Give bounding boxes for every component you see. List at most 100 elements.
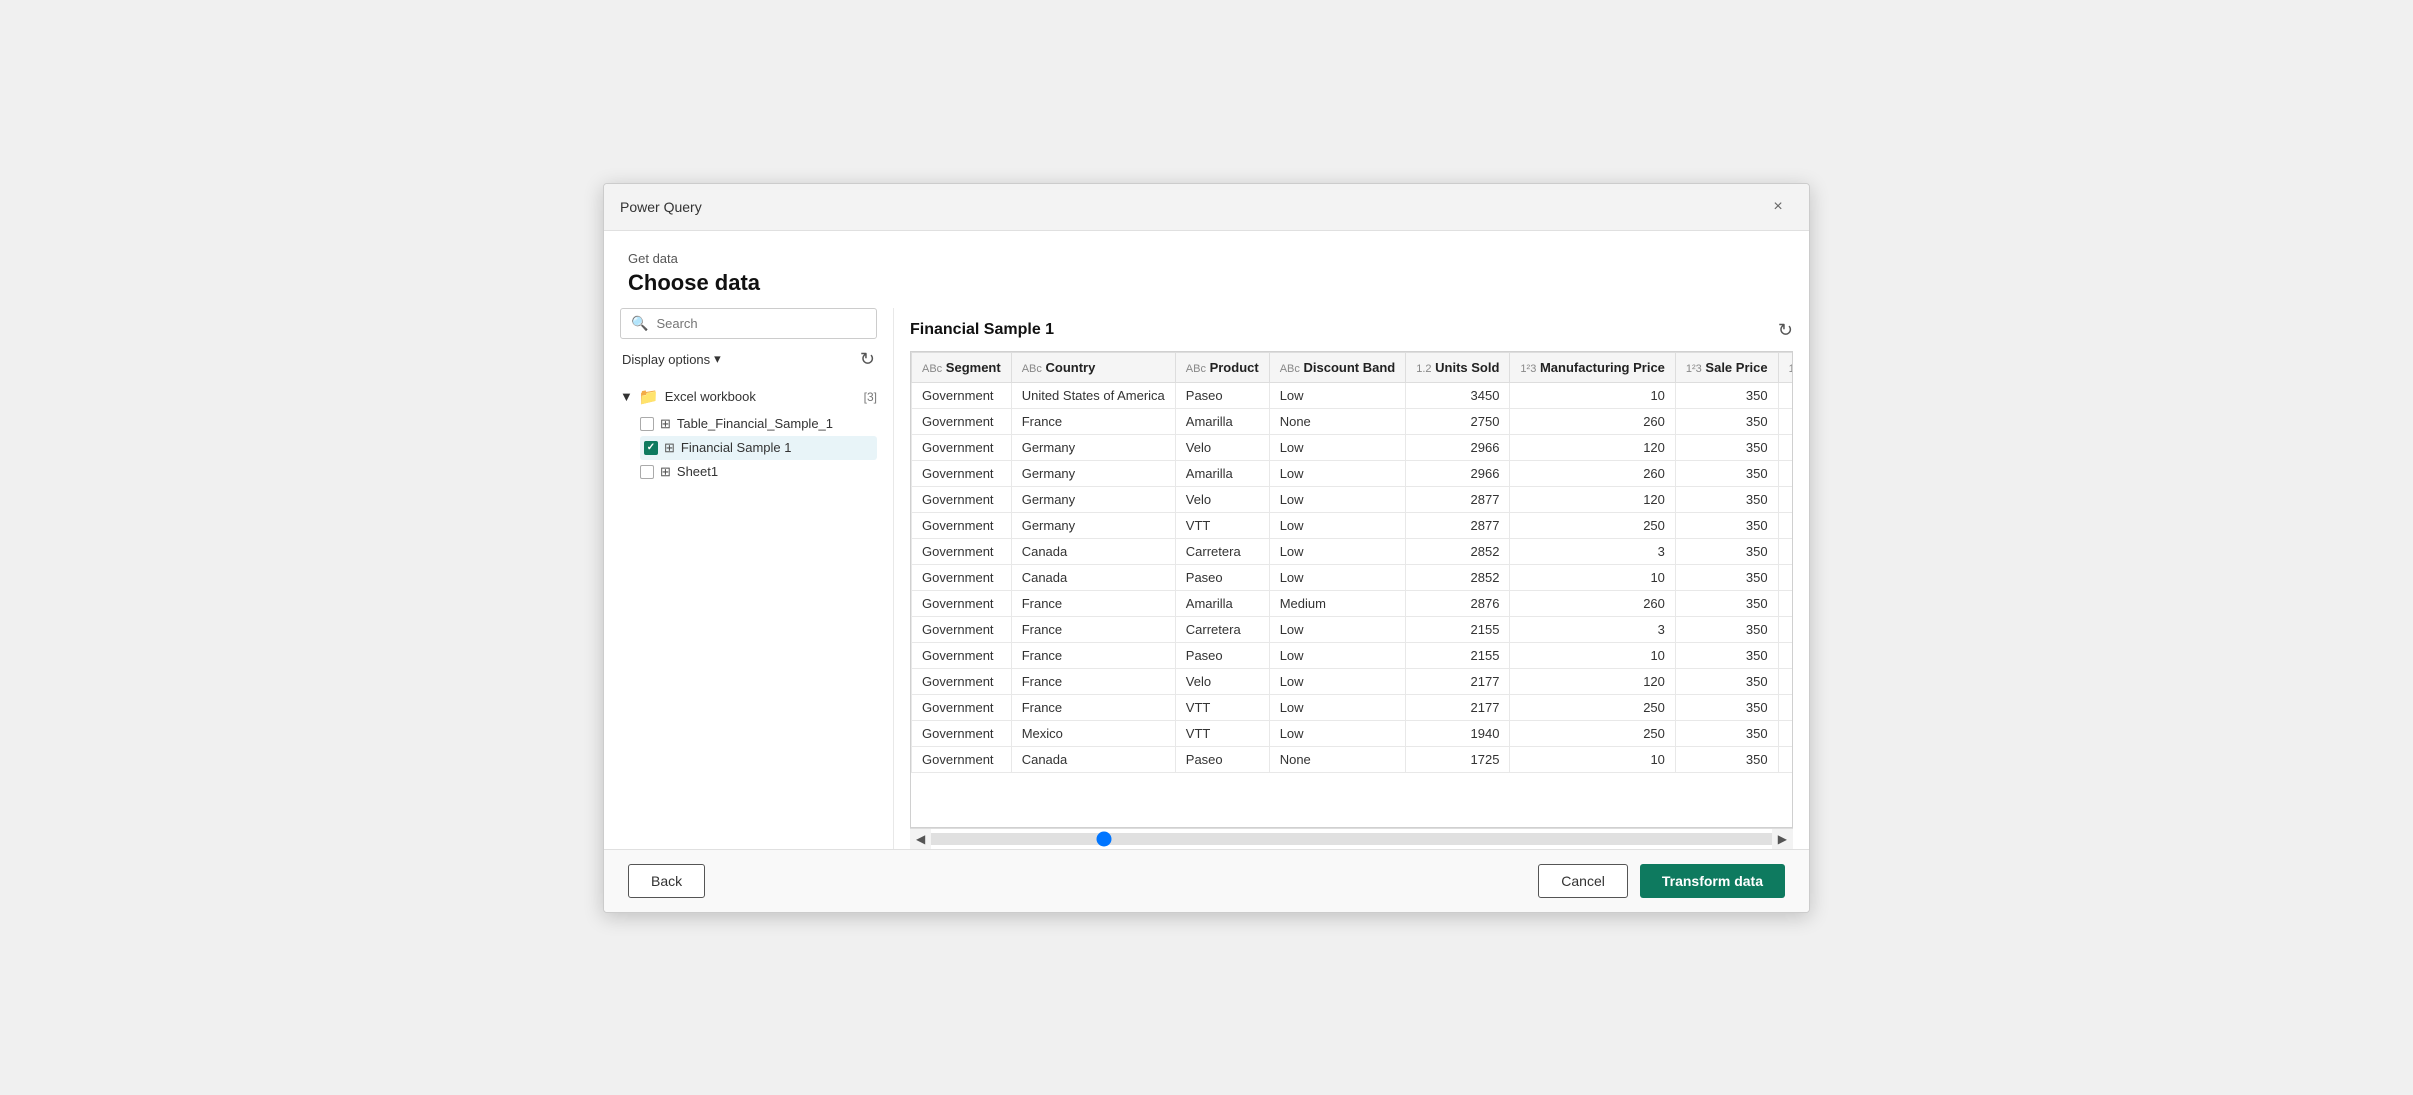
table-row: GovernmentFranceVTTLow217725035076195030… (912, 694, 1794, 720)
table-cell: 1940 (1406, 720, 1510, 746)
close-button[interactable]: × (1763, 192, 1793, 222)
table-cell: 2155 (1406, 642, 1510, 668)
transform-data-button[interactable]: Transform data (1640, 864, 1785, 898)
table-container[interactable]: ABc Segment ABc Country ABc Product ABc … (910, 351, 1793, 828)
main-body: 🔍 Display options ▾ ↻ ▼ 📁 Exce (604, 308, 1809, 849)
table-cell: Government (912, 460, 1012, 486)
content-area: Get data Choose data 🔍 Display options ▾ (604, 231, 1809, 849)
scroll-left-button[interactable]: ◀ (910, 829, 931, 849)
col-header-discount-band: ABc Discount Band (1269, 352, 1406, 382)
table-cell: Government (912, 616, 1012, 642)
table-cell: 679000 (1778, 720, 1793, 746)
h-scrollbar-wrapper: ◀ ▶ (910, 828, 1793, 849)
display-options-label: Display options (622, 352, 710, 367)
table-cell: 998200 (1778, 564, 1793, 590)
table-cell: Low (1269, 668, 1406, 694)
tree-root-count: [3] (864, 390, 877, 404)
table-row: GovernmentGermanyVeloLow2966120350103810… (912, 434, 1794, 460)
footer-right: Cancel Transform data (1538, 864, 1785, 898)
display-options-button[interactable]: Display options ▾ (622, 351, 721, 367)
table-body: GovernmentUnited States of AmericaPaseoL… (912, 382, 1794, 772)
table-row: GovernmentFrancePaseoLow2155103507542507… (912, 642, 1794, 668)
table-cell: 10 (1510, 382, 1675, 408)
table-cell: 1038100 (1778, 434, 1793, 460)
col-header-segment: ABc Segment (912, 352, 1012, 382)
table-cell: Germany (1011, 486, 1175, 512)
tree-item-0[interactable]: ⊞ Table_Financial_Sample_1 (640, 412, 877, 436)
scroll-right-button[interactable]: ▶ (1772, 829, 1793, 849)
search-box[interactable]: 🔍 (620, 308, 877, 339)
table-row: GovernmentCanadaCarreteraLow285233509982… (912, 538, 1794, 564)
table-cell: 1725 (1406, 746, 1510, 772)
table-cell: 250 (1510, 694, 1675, 720)
table-cell: Paseo (1175, 746, 1269, 772)
table-cell: 1006600 (1778, 590, 1793, 616)
table-cell: Government (912, 486, 1012, 512)
table-cell: 2966 (1406, 460, 1510, 486)
refresh-button[interactable]: ↻ (860, 349, 875, 370)
tree-item-2[interactable]: ⊞ Sheet1 (640, 460, 877, 484)
table-cell: 350 (1675, 408, 1778, 434)
col-header-manufacturing-price: 1²3 Manufacturing Price (1510, 352, 1675, 382)
table-row: GovernmentGermanyVeloLow2877120350100695… (912, 486, 1794, 512)
table-cell: Government (912, 590, 1012, 616)
search-input[interactable] (656, 316, 866, 331)
table-cell: Government (912, 408, 1012, 434)
power-query-window: Power Query × Get data Choose data 🔍 Dis… (603, 183, 1810, 913)
table-row: GovernmentMexicoVTTLow194025035067900013… (912, 720, 1794, 746)
table-cell: 2966 (1406, 434, 1510, 460)
table-cell: VTT (1175, 694, 1269, 720)
table-cell: France (1011, 408, 1175, 434)
table-cell: 3 (1510, 538, 1675, 564)
table-cell: Low (1269, 512, 1406, 538)
checkbox-2[interactable] (640, 465, 654, 479)
title-bar: Power Query × (604, 184, 1809, 231)
back-button[interactable]: Back (628, 864, 705, 898)
table-row: GovernmentFranceAmarillaMedium2876260350… (912, 590, 1794, 616)
table-cell: Low (1269, 616, 1406, 642)
col-header-gross-sales: 1²3 Gross Sales (1778, 352, 1793, 382)
data-table: ABc Segment ABc Country ABc Product ABc … (911, 352, 1793, 773)
table-cell: 761950 (1778, 668, 1793, 694)
cancel-button[interactable]: Cancel (1538, 864, 1628, 898)
tree-item-label-1: Financial Sample 1 (681, 440, 792, 455)
table-cell: 2876 (1406, 590, 1510, 616)
table-cell: Low (1269, 642, 1406, 668)
folder-icon: 📁 (639, 387, 659, 407)
table-cell: 2852 (1406, 538, 1510, 564)
table-cell: Government (912, 720, 1012, 746)
table-cell: 350 (1675, 720, 1778, 746)
table-cell: Government (912, 434, 1012, 460)
table-cell: 350 (1675, 668, 1778, 694)
checkbox-0[interactable] (640, 417, 654, 431)
table-cell: Medium (1269, 590, 1406, 616)
table-cell: 1038100 (1778, 460, 1793, 486)
checkbox-1[interactable] (644, 441, 658, 455)
table-cell: 10 (1510, 746, 1675, 772)
table-cell: 761950 (1778, 694, 1793, 720)
table-cell: Low (1269, 486, 1406, 512)
table-cell: 2177 (1406, 668, 1510, 694)
table-row: GovernmentCanadaPaseoLow2852103509982001… (912, 564, 1794, 590)
search-icon: 🔍 (631, 315, 648, 332)
tree-root-excel-workbook[interactable]: ▼ 📁 Excel workbook [3] (620, 382, 877, 412)
table-cell: Germany (1011, 434, 1175, 460)
tree-root-label: Excel workbook (665, 389, 756, 404)
tree-item-label-2: Sheet1 (677, 464, 718, 479)
table-cell: 2877 (1406, 512, 1510, 538)
table-cell: Paseo (1175, 564, 1269, 590)
tree-item-label-0: Table_Financial_Sample_1 (677, 416, 833, 431)
table-cell: 120 (1510, 434, 1675, 460)
table-cell: Paseo (1175, 382, 1269, 408)
table-cell: Velo (1175, 486, 1269, 512)
table-cell: 260 (1510, 590, 1675, 616)
table-cell: 10 (1510, 642, 1675, 668)
horizontal-scrollbar[interactable] (931, 833, 1772, 845)
table-cell: Canada (1011, 564, 1175, 590)
table-row: GovernmentFranceVeloLow21771203507619503… (912, 668, 1794, 694)
data-refresh-button[interactable]: ↻ (1778, 320, 1793, 341)
tree-item-1[interactable]: ⊞ Financial Sample 1 (640, 436, 877, 460)
table-cell: Low (1269, 564, 1406, 590)
table-cell: 754250 (1778, 616, 1793, 642)
tree-area: ▼ 📁 Excel workbook [3] ⊞ Table_Financial… (620, 382, 877, 849)
